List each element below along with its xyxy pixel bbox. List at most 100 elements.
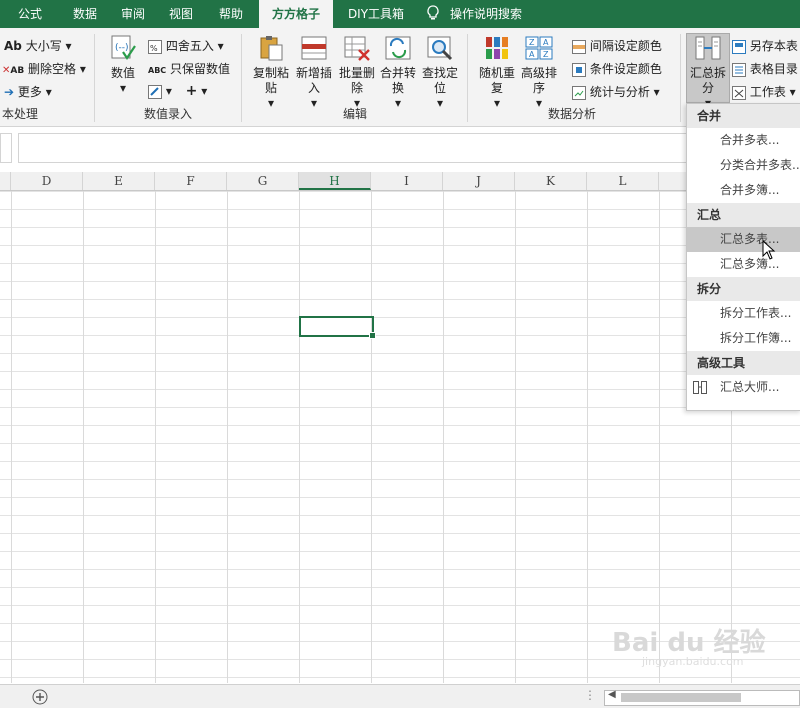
ribbon: Ab 大小写 ▾ ✕AB 删除空格 ▾ ➔ 更多 ▾ 本处理 (--) 数值 ▾ … <box>0 28 800 127</box>
cond-color-button[interactable]: 条件设定颜色 <box>572 60 662 77</box>
menu-section-merge: 合并 <box>687 104 800 128</box>
menu-item-merge-books[interactable]: 合并多簿... <box>687 178 800 203</box>
menu-section-summary: 汇总 <box>687 203 800 227</box>
keep-value-button[interactable]: ABC 只保留数值 <box>148 60 230 77</box>
tab-help[interactable]: 帮助 <box>206 0 256 28</box>
column-header[interactable]: J <box>443 172 515 190</box>
worksheet-button[interactable]: 工作表 ▾ <box>732 83 796 100</box>
cond-grid-icon <box>572 62 586 77</box>
interval-color-label: 间隔设定颜色 <box>589 39 662 53</box>
add-insert-button[interactable]: 新增插入 ▾ <box>293 34 335 111</box>
column-header[interactable]: G <box>227 172 299 190</box>
menu-item-classify-merge[interactable]: 分类合并多表... <box>687 153 800 178</box>
name-box[interactable] <box>0 133 12 163</box>
summary-split-label: 汇总拆分 <box>689 66 726 95</box>
separator <box>241 34 242 122</box>
edit-value-button[interactable]: ▾ + ▾ <box>148 83 207 99</box>
scroll-left-icon[interactable]: ◀ <box>608 689 616 700</box>
tab-view[interactable]: 视图 <box>158 0 204 28</box>
batch-delete-button[interactable]: 批量删除 ▾ <box>336 34 378 111</box>
keep-value-label: 只保留数值 <box>170 62 231 76</box>
table-dir-button[interactable]: 表格目录 <box>732 60 798 77</box>
menu-item-label: 汇总大师... <box>720 380 780 394</box>
find-locate-button[interactable]: 查找定位 ▾ <box>419 34 461 111</box>
column-header[interactable]: F <box>155 172 227 190</box>
row-header-corner[interactable] <box>0 172 11 190</box>
delete-space-button[interactable]: ✕AB 删除空格 ▾ <box>2 60 86 77</box>
find-locate-label: 查找定位 <box>421 66 458 95</box>
column-header[interactable]: I <box>371 172 443 190</box>
sheet-grid[interactable] <box>0 191 800 683</box>
tab-formulas[interactable]: 公式 <box>0 0 60 28</box>
save-sheet-button[interactable]: 另存本表 <box>732 37 798 54</box>
svg-text:Z: Z <box>543 50 549 59</box>
round-label: 四舍五入 <box>165 39 214 53</box>
summary-split-icon <box>694 34 722 62</box>
magnifier-icon <box>426 34 454 62</box>
column-header[interactable]: K <box>515 172 587 190</box>
ab-icon: Ab <box>4 39 22 53</box>
tab-review[interactable]: 审阅 <box>110 0 156 28</box>
separator <box>467 34 468 122</box>
plus-icon[interactable]: + <box>186 83 198 99</box>
abc-icon: ABC <box>148 66 167 75</box>
menu-item-summary-sheets[interactable]: 汇总多表... <box>687 227 800 252</box>
case-button[interactable]: Ab 大小写 ▾ <box>4 37 72 54</box>
menu-item-split-sheet[interactable]: 拆分工作表... <box>687 301 800 326</box>
more-label: 更多 <box>17 85 42 99</box>
column-header[interactable]: E <box>83 172 155 190</box>
formula-bar <box>0 133 690 163</box>
advanced-sort-label: 高级排序 <box>520 66 557 95</box>
save-sheet-label: 另存本表 <box>749 39 798 53</box>
scrollbar-thumb[interactable] <box>621 693 741 702</box>
svg-text:(--): (--) <box>115 43 129 53</box>
summary-split-menu: 合并 合并多表... 分类合并多表... 合并多簿... 汇总 汇总多表... … <box>686 103 800 411</box>
formula-input[interactable] <box>18 133 690 163</box>
random-repeat-button[interactable]: 随机重复 ▾ <box>476 34 518 111</box>
insert-rows-icon <box>300 34 328 62</box>
stats-button[interactable]: 统计与分析 ▾ <box>572 83 660 100</box>
summary-split-button[interactable]: 汇总拆分 ▾ <box>686 33 730 110</box>
svg-text:Z: Z <box>529 38 535 47</box>
copy-paste-button[interactable]: 复制粘贴 ▾ <box>250 34 292 111</box>
clipboard-icon <box>257 34 285 62</box>
column-header[interactable]: D <box>11 172 83 190</box>
stats-label: 统计与分析 <box>589 85 650 99</box>
selected-cell[interactable] <box>299 316 376 339</box>
delete-space-label: 删除空格 <box>28 62 77 76</box>
column-header-row: D E F G H I J K L <box>0 172 800 191</box>
menu-item-merge-sheets[interactable]: 合并多表... <box>687 128 800 153</box>
merge-convert-button[interactable]: 合并转换 ▾ <box>377 34 419 111</box>
round-button[interactable]: % 四舍五入 ▾ <box>148 37 224 54</box>
svg-text:A: A <box>529 50 535 59</box>
value-button[interactable]: (--) 数值 ▾ <box>103 34 143 96</box>
horizontal-scrollbar[interactable]: ◀ <box>604 689 800 706</box>
worksheet-label: 工作表 <box>749 85 786 99</box>
add-sheet-icon[interactable] <box>32 689 48 705</box>
tab-fangfang[interactable]: 方方格子 <box>259 0 333 28</box>
group-title-analysis: 数据分析 <box>547 107 596 121</box>
sheet-tab-bar: ⋮ ◀ <box>0 684 800 708</box>
worksheet-icon <box>732 85 746 100</box>
table-dir-icon <box>732 62 746 77</box>
column-header[interactable]: L <box>587 172 659 190</box>
tab-search[interactable]: 操作说明搜索 <box>426 0 546 28</box>
separator <box>680 34 681 122</box>
split-handle-icon[interactable]: ⋮ <box>584 688 596 702</box>
stats-grid-icon <box>572 85 586 100</box>
menu-section-split: 拆分 <box>687 277 800 301</box>
ribbon-tab-bar: 公式 数据 审阅 视图 帮助 方方格子 DIY工具箱 操作说明搜索 <box>0 0 800 28</box>
watermark-text: Bai du 经验 <box>612 628 766 658</box>
tab-data[interactable]: 数据 <box>60 0 110 28</box>
merge-convert-icon <box>384 34 412 62</box>
advanced-sort-button[interactable]: ZAAZ 高级排序 ▾ <box>518 34 560 111</box>
interval-color-button[interactable]: 间隔设定颜色 <box>572 37 662 54</box>
more-button[interactable]: ➔ 更多 ▾ <box>4 83 52 100</box>
save-sheet-icon <box>732 39 746 54</box>
menu-item-split-book[interactable]: 拆分工作簿... <box>687 326 800 351</box>
tab-diy-toolbox[interactable]: DIY工具箱 <box>338 0 414 28</box>
menu-item-summary-master[interactable]: 汇总大师... <box>687 375 800 400</box>
group-title-edit: 编辑 <box>342 107 367 121</box>
menu-item-summary-books[interactable]: 汇总多簿... <box>687 252 800 277</box>
column-header-selected[interactable]: H <box>299 172 371 190</box>
